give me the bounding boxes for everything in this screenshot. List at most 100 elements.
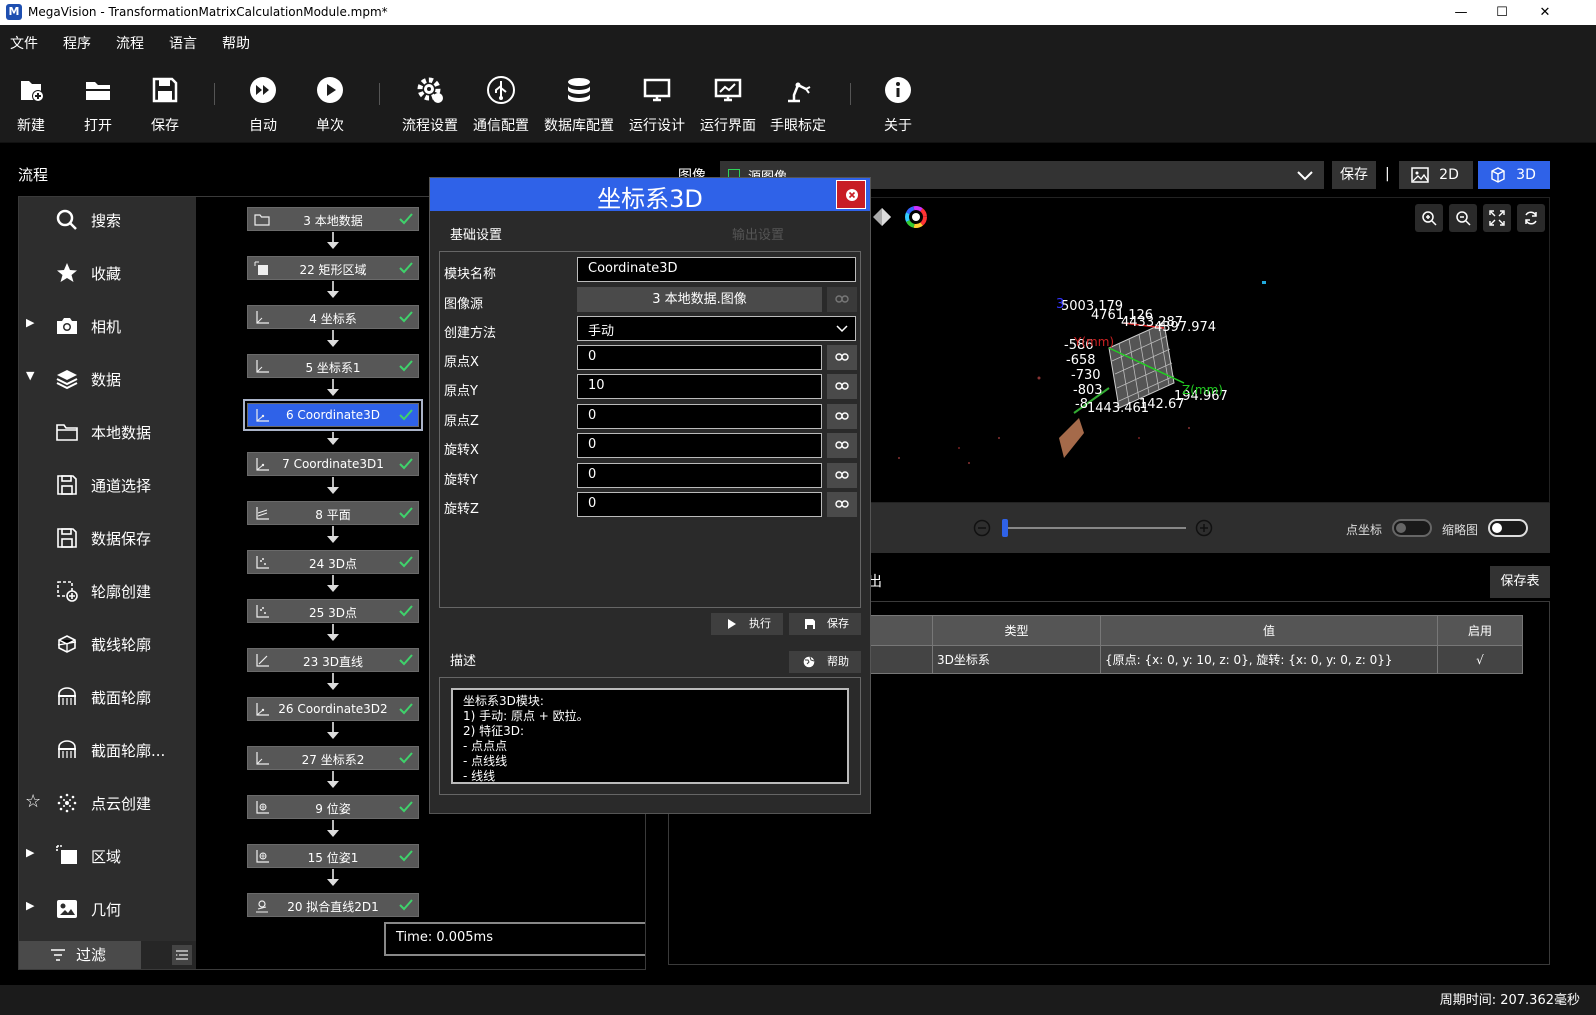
thumbnail-toggle[interactable]: [1488, 519, 1528, 537]
flow-node-pose1[interactable]: 15 位姿1: [247, 844, 419, 868]
rot-x-input[interactable]: 0: [577, 433, 822, 458]
open-button[interactable]: 打开: [77, 69, 119, 139]
flow-node-3d-point[interactable]: 24 3D点: [247, 550, 419, 574]
dialog-save-button[interactable]: 保存: [789, 613, 861, 635]
auto-run-button[interactable]: 自动: [242, 69, 284, 139]
flow-node-plane[interactable]: 8 平面: [247, 501, 419, 525]
sidebar-item-data-save[interactable]: 数据保存: [19, 516, 196, 560]
comm-config-button[interactable]: 通信配置: [471, 69, 531, 139]
expand-arrow-icon[interactable]: ▶: [26, 899, 34, 912]
favorite-star-icon[interactable]: ☆: [25, 791, 41, 812]
description-label: 描述: [450, 654, 477, 669]
flow-node-coordinate3d[interactable]: 6 Coordinate3D: [243, 399, 423, 431]
about-button[interactable]: 关于: [877, 69, 919, 139]
single-run-button[interactable]: 单次: [309, 69, 351, 139]
view-3d-button[interactable]: 3D: [1478, 161, 1550, 189]
flow-node-coordinate3d2[interactable]: 26 Coordinate3D2: [247, 697, 419, 721]
list-toggle-icon[interactable]: [172, 945, 192, 965]
field-row-image-source: 图像源 3 本地数据.图像: [440, 287, 860, 313]
flow-arrow-icon: [327, 781, 339, 788]
sidebar-item-section-contour-more[interactable]: 截面轮廓...: [19, 728, 196, 772]
minimize-button[interactable]: —: [1438, 0, 1484, 25]
origin-z-input[interactable]: 0: [577, 404, 822, 429]
help-button[interactable]: 帮助: [789, 651, 861, 673]
origin-x-link-button[interactable]: [827, 345, 857, 370]
create-method-select[interactable]: 手动: [577, 316, 856, 341]
sidebar-item-geometry[interactable]: ▶ 几何: [19, 887, 196, 931]
rot-y-input[interactable]: 0: [577, 463, 822, 488]
flow-node-coord2[interactable]: 27 坐标系2: [247, 746, 419, 770]
save-table-button[interactable]: 保存表: [1490, 566, 1550, 598]
sidebar-item-contour-create[interactable]: 轮廓创建: [19, 569, 196, 613]
sidebar-item-favorites[interactable]: 收藏: [19, 251, 196, 295]
sidebar-item-section-contour[interactable]: 截面轮廓: [19, 675, 196, 719]
sidebar-item-local-data[interactable]: 本地数据: [19, 410, 196, 454]
tab-output-settings[interactable]: 输出设置: [732, 224, 784, 243]
image-source-link-button[interactable]: [827, 287, 857, 312]
menu-language[interactable]: 语言: [169, 33, 197, 53]
menu-help[interactable]: 帮助: [222, 33, 250, 53]
description-line: - 点线线: [463, 754, 508, 768]
flow-node-3d-line[interactable]: 23 3D直线: [247, 648, 419, 672]
zoom-plus-icon[interactable]: [1195, 519, 1213, 537]
sidebar-item-pointcloud-create[interactable]: ☆ 点云创建: [19, 781, 196, 825]
rot-z-input[interactable]: 0: [577, 492, 822, 517]
collapse-arrow-icon[interactable]: ▼: [26, 369, 34, 382]
sidebar-item-line-contour[interactable]: 截线轮廓: [19, 622, 196, 666]
zoom-slider-track[interactable]: [1004, 527, 1186, 529]
zoom-slider-handle[interactable]: [1002, 519, 1008, 537]
save-button[interactable]: 保存: [144, 69, 186, 139]
hand-eye-button[interactable]: 手眼标定: [768, 69, 828, 139]
expand-arrow-icon[interactable]: ▶: [26, 846, 34, 859]
image-source-field[interactable]: 3 本地数据.图像: [577, 287, 822, 312]
menu-file[interactable]: 文件: [10, 33, 38, 53]
flow-node-coord1[interactable]: 5 坐标系1: [247, 354, 419, 378]
point-coord-toggle[interactable]: [1392, 519, 1432, 537]
new-button[interactable]: 新建: [10, 69, 52, 139]
origin-x-input[interactable]: 0: [577, 345, 822, 370]
flow-node-coord[interactable]: 4 坐标系: [247, 305, 419, 329]
flow-connector: [332, 771, 334, 781]
maximize-button[interactable]: ☐: [1479, 0, 1525, 25]
expand-arrow-icon[interactable]: ▶: [26, 316, 34, 329]
origin-y-link-button[interactable]: [827, 374, 857, 399]
filter-button[interactable]: 过滤: [19, 941, 141, 969]
execute-button[interactable]: 执行: [711, 613, 783, 635]
flow-node-rect-region[interactable]: 22 矩形区域: [247, 256, 419, 280]
thumbnail-label: 缩略图: [1442, 523, 1479, 537]
rot-y-link-button[interactable]: [827, 463, 857, 488]
coordinate3d-dialog: 坐标系3D 基础设置 输出设置 模块名称 Coordinate3D 图像源 3 …: [429, 177, 871, 814]
rot-x-link-button[interactable]: [827, 433, 857, 458]
origin-z-link-button[interactable]: [827, 404, 857, 429]
origin-y-input[interactable]: 10: [577, 374, 822, 399]
description-text[interactable]: 坐标系3D模块: 1) 手动: 原点 + 欧拉。 2) 特征3D: - 点点点 …: [451, 688, 849, 784]
zoom-minus-icon[interactable]: [973, 519, 991, 537]
menu-program[interactable]: 程序: [63, 33, 91, 53]
flow-node-pose[interactable]: 9 位姿: [247, 795, 419, 819]
flow-node-fit-line-2d1[interactable]: 20 拟合直线2D1: [247, 893, 419, 917]
flow-settings-button[interactable]: 流程设置: [400, 69, 460, 139]
rot-z-link-button[interactable]: [827, 492, 857, 517]
sidebar-item-region[interactable]: ▶ 区域: [19, 834, 196, 878]
db-config-button[interactable]: 数据库配置: [541, 69, 617, 139]
menu-flow[interactable]: 流程: [116, 33, 144, 53]
module-name-input[interactable]: Coordinate3D: [577, 257, 856, 282]
run-design-button[interactable]: 运行设计: [627, 69, 687, 139]
dialog-close-button[interactable]: [836, 180, 866, 209]
sidebar-item-camera[interactable]: ▶ 相机: [19, 304, 196, 348]
close-window-button[interactable]: ✕: [1522, 0, 1568, 25]
axis-3d-icon: [256, 458, 269, 471]
flow-node-local-data[interactable]: 3 本地数据: [247, 207, 419, 231]
flow-node-3d-point-2[interactable]: 25 3D点: [247, 599, 419, 623]
run-ui-button[interactable]: 运行界面: [698, 69, 758, 139]
sidebar-item-label: 截面轮廓: [91, 689, 152, 707]
flow-node-coordinate3d1[interactable]: 7 Coordinate3D1: [247, 452, 419, 476]
sidebar-item-data[interactable]: ▼ 数据: [19, 357, 196, 401]
dialog-title-bar[interactable]: 坐标系3D: [430, 178, 870, 213]
image-save-button[interactable]: 保存: [1332, 161, 1376, 189]
sidebar-item-search[interactable]: 搜索: [19, 198, 196, 242]
view-2d-button[interactable]: 2D: [1399, 161, 1473, 189]
tab-basic-settings[interactable]: 基础设置: [450, 224, 502, 243]
link-icon: [835, 382, 849, 390]
sidebar-item-channel-select[interactable]: 通道选择: [19, 463, 196, 507]
